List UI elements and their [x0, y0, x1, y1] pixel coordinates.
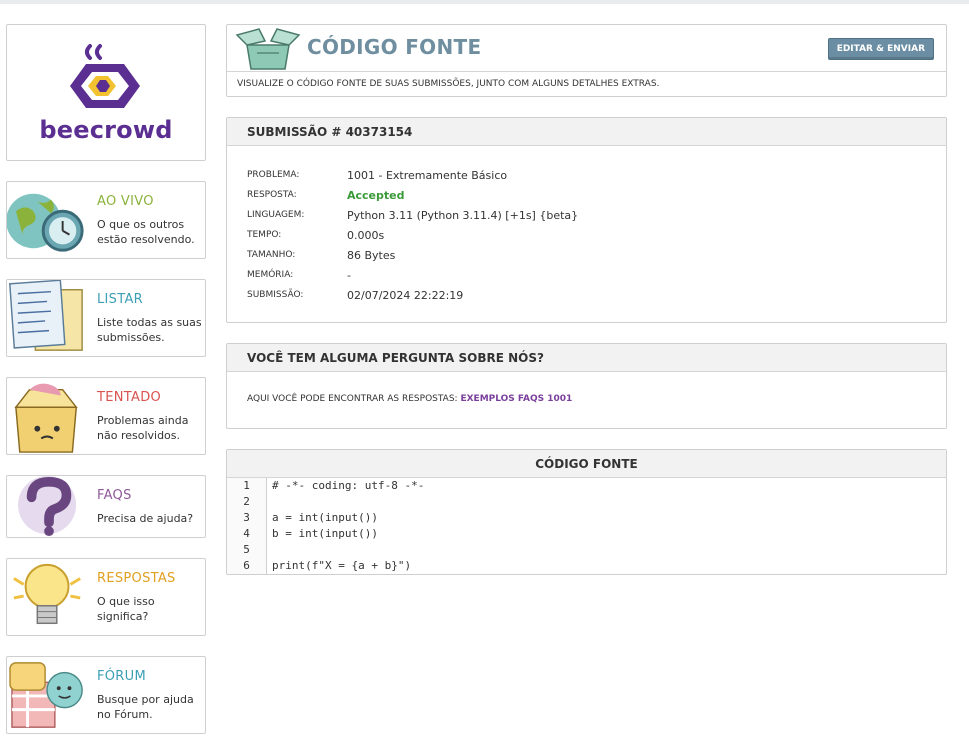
info-row-tempo: TEMPO: 0.000s [247, 225, 578, 245]
card-description: O que isso significa? [97, 595, 155, 623]
codigo-fonte-panel: CÓDIGO FONTE EDITAR & ENVIAR VISUALIZE O… [226, 24, 947, 97]
sidebar-card-forum[interactable]: FÓRUM Busque por ajuda no Fórum. [6, 656, 206, 734]
info-label: TAMANHO: [247, 250, 296, 260]
globe-clock-icon [7, 193, 84, 252]
code-text: b = int(input()) [272, 527, 378, 540]
box-character-icon [14, 383, 78, 453]
info-row-resposta: RESPOSTA: Accepted [247, 185, 578, 205]
info-label: TEMPO: [247, 230, 282, 240]
info-row-problema: PROBLEMA: 1001 - Extremamente Básico [247, 165, 578, 185]
question-panel: VOCÊ TEM ALGUMA PERGUNTA SOBRE NÓS? AQUI… [226, 343, 947, 429]
code-line: 1 # -*- coding: utf-8 -*- [227, 478, 946, 494]
card-title: RESPOSTAS [97, 571, 176, 586]
code-line: 4 b = int(input()) [227, 526, 946, 542]
code-line: 3 a = int(input()) [227, 510, 946, 526]
code-viewer[interactable]: 1 # -*- coding: utf-8 -*- 2 3 a = int(in… [227, 478, 946, 574]
info-label: SUBMISSÃO: [247, 290, 304, 300]
info-label: LINGUAGEM: [247, 210, 305, 220]
card-title: TENTADO [97, 390, 162, 405]
sidebar-card-listar[interactable]: LISTAR Liste todas as suas submissões. [6, 279, 206, 357]
card-description: Precisa de ajuda? [97, 512, 194, 525]
card-description: O que os outros estão resolvendo. [97, 218, 195, 246]
page-title: CÓDIGO FONTE [307, 35, 482, 59]
info-value: 02/07/2024 22:22:19 [347, 288, 464, 302]
info-label: MEMÓRIA: [247, 270, 294, 280]
line-number: 4 [227, 526, 267, 542]
code-text: print(f"X = {a + b}") [272, 559, 412, 572]
faq-examples-link[interactable]: EXEMPLOS FAQS 1001 [460, 394, 572, 404]
source-code-header: CÓDIGO FONTE [227, 450, 946, 478]
logo-text: beecrowd [39, 115, 173, 144]
top-bar [0, 0, 969, 4]
line-number: 1 [227, 478, 267, 494]
faq-text: AQUI VOCÊ PODE ENCONTRAR AS RESPOSTAS: [247, 394, 458, 404]
card-title: FAQS [97, 488, 132, 503]
info-label: PROBLEMA: [247, 170, 300, 180]
card-description: Busque por ajuda no Fórum. [97, 693, 194, 721]
faq-line: AQUI VOCÊ PODE ENCONTRAR AS RESPOSTAS: E… [247, 394, 572, 404]
info-value: Python 3.11 (Python 3.11.4) [+1s] {beta} [347, 208, 579, 222]
submission-details: PROBLEMA: 1001 - Extremamente Básico RES… [247, 165, 578, 305]
info-value: 86 Bytes [347, 248, 396, 262]
editar-enviar-button[interactable]: EDITAR & ENVIAR [827, 38, 934, 60]
page-subtitle: VISUALIZE O CÓDIGO FONTE DE SUAS SUBMISS… [227, 71, 946, 96]
info-row-linguagem: LINGUAGEM: Python 3.11 (Python 3.11.4) [… [247, 205, 578, 225]
sidebar-card-respostas[interactable]: RESPOSTAS O que isso significa? [6, 558, 206, 636]
code-text: a = int(input()) [272, 511, 378, 524]
info-row-memoria: MEMÓRIA: - [247, 265, 578, 285]
beecrowd-logo-icon [70, 43, 140, 108]
info-label: RESPOSTA: [247, 190, 297, 200]
sidebar-card-faqs[interactable]: FAQS Precisa de ajuda? [6, 475, 206, 538]
beecrowd-logo[interactable]: beecrowd [6, 24, 206, 161]
info-value: 0.000s [347, 228, 385, 242]
line-number: 2 [227, 494, 267, 510]
source-code-panel: CÓDIGO FONTE 1 # -*- coding: utf-8 -*- 2… [226, 449, 947, 575]
card-title: AO VIVO [97, 194, 154, 209]
card-title: LISTAR [97, 292, 143, 307]
status-accepted: Accepted [347, 188, 405, 202]
forum-chat-icon [9, 662, 83, 728]
submission-panel: SUBMISSÃO # 40373154 PROBLEMA: 1001 - Ex… [226, 117, 947, 323]
code-text: # -*- coding: utf-8 -*- [272, 479, 425, 492]
submission-header: SUBMISSÃO # 40373154 [227, 118, 946, 146]
line-number: 3 [227, 510, 267, 526]
document-list-icon [9, 280, 83, 351]
info-row-tamanho: TAMANHO: 86 Bytes [247, 245, 578, 265]
card-description: Liste todas as suas submissões. [97, 316, 202, 344]
sidebar: beecrowd AO VIVO O que os outros estão r… [6, 24, 206, 734]
question-header: VOCÊ TEM ALGUMA PERGUNTA SOBRE NÓS? [227, 344, 946, 372]
code-line: 5 [227, 542, 946, 558]
sidebar-card-ao-vivo[interactable]: AO VIVO O que os outros estão resolvendo… [6, 181, 206, 259]
question-mark-icon [18, 476, 77, 537]
info-value: - [347, 268, 351, 282]
info-value: 1001 - Extremamente Básico [347, 168, 508, 182]
card-description: Problemas ainda não resolvidos. [97, 414, 189, 442]
info-row-submissao: SUBMISSÃO: 02/07/2024 22:22:19 [247, 285, 578, 305]
code-line: 2 [227, 494, 946, 510]
card-title: FÓRUM [97, 669, 146, 684]
sidebar-card-tentado[interactable]: TENTADO Problemas ainda não resolvidos. [6, 377, 206, 455]
line-number: 6 [227, 558, 267, 574]
open-box-icon [235, 28, 301, 70]
light-bulb-icon [13, 563, 81, 625]
line-number: 5 [227, 542, 267, 558]
code-line: 6 print(f"X = {a + b}") [227, 558, 946, 574]
